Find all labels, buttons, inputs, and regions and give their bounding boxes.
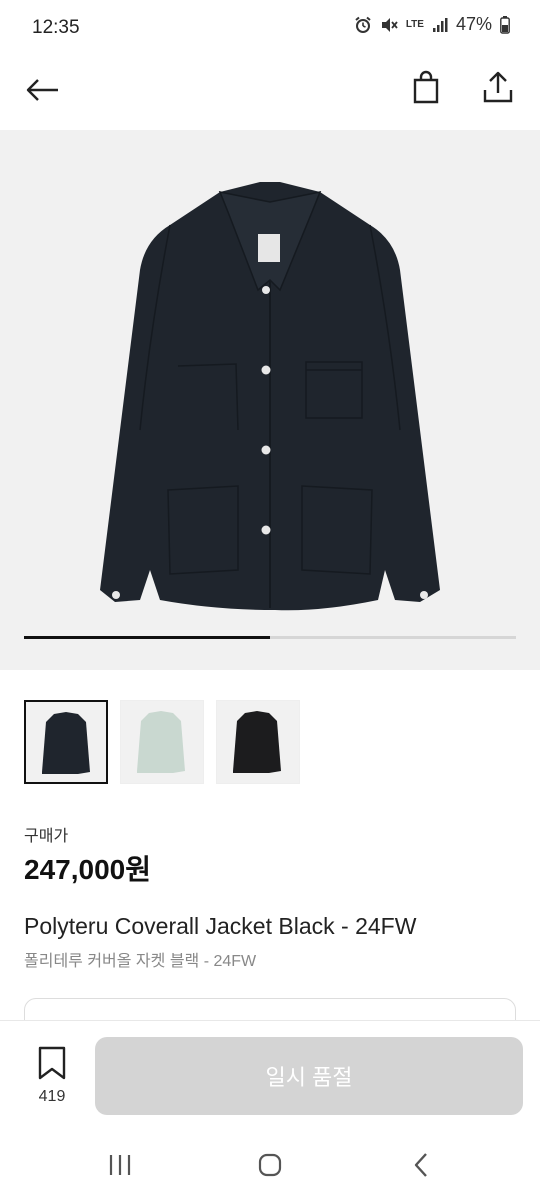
signal-icon [432,17,448,33]
app-bar [0,56,540,126]
bookmark-icon [38,1046,66,1080]
recent-apps-button[interactable] [100,1148,140,1182]
alarm-icon [354,16,372,34]
product-name-ko: 폴리테루 커버올 자켓 블랙 - 24FW [24,953,257,970]
price-label: 구매가 [24,828,69,845]
product-price: 247,000원 [24,854,151,885]
product-image-carousel[interactable] [0,130,540,670]
thumbnail-jacket-image [137,711,185,773]
wishlist-button[interactable]: 419 [24,1045,80,1106]
home-button[interactable] [250,1148,290,1182]
cart-button[interactable] [406,68,446,108]
home-icon [258,1153,282,1177]
wishlist-count: 419 [38,1088,66,1105]
recent-apps-icon [109,1155,131,1175]
bottom-action-bar: 419 일시 품절 [0,1020,540,1131]
status-icons: LTE 47% [354,14,510,35]
back-arrow-icon [26,79,58,101]
carousel-progress-fill [24,636,270,639]
thumbnail-1[interactable] [24,700,108,784]
back-button[interactable] [22,70,62,110]
thumbnail-jacket-image [42,712,90,774]
carousel-progress [24,636,516,639]
share-button[interactable] [478,68,518,108]
thumbnail-strip [24,700,300,784]
thumbnail-3[interactable] [216,700,300,784]
lte-label: LTE [405,18,424,30]
shopping-bag-icon [413,70,439,104]
mute-icon [380,16,398,34]
battery-icon [500,15,510,34]
thumbnail-jacket-image [233,711,281,773]
sold-out-button[interactable]: 일시 품절 [95,1037,523,1115]
jacket-image [100,182,440,611]
lte-icon: LTE [405,18,424,30]
share-icon [483,71,513,103]
system-nav-bar [0,1130,540,1200]
thumbnail-2[interactable] [120,700,204,784]
nav-back-icon [414,1153,427,1177]
status-time: 12:35 [32,17,80,38]
product-name-en: Polyteru Coverall Jacket Black - 24FW [24,913,417,939]
nav-back-button[interactable] [402,1148,442,1182]
status-bar: 12:35 LTE 47% [0,0,540,56]
battery-percent: 47% [455,14,492,34]
